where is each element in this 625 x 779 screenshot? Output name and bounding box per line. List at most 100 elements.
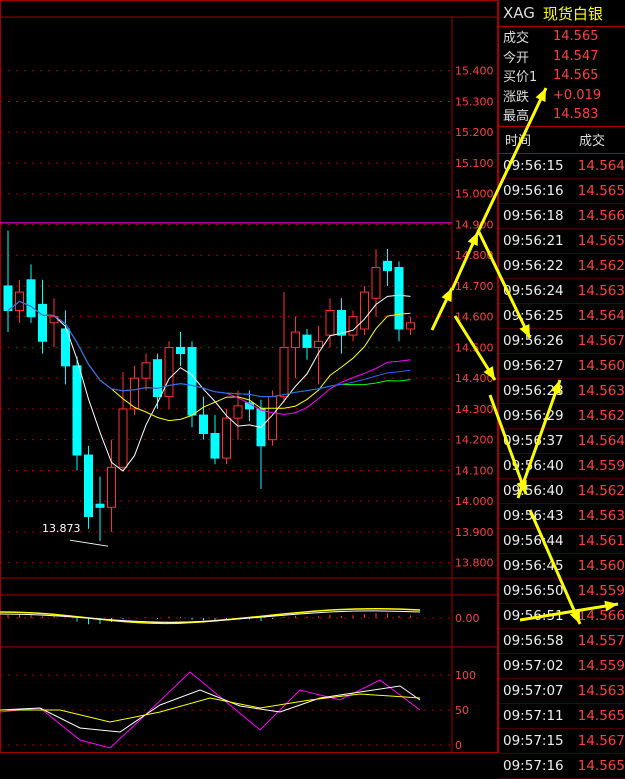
- tick-time: 09:56:26: [503, 332, 564, 349]
- tick-table-header: 时间 成交: [499, 127, 625, 154]
- tick-row: 09:56:51 14.566: [499, 604, 625, 629]
- price-tick-label: 13.900: [455, 526, 494, 539]
- price-tick-label: 15.200: [455, 126, 494, 139]
- price-tick-label: 14.500: [455, 341, 494, 354]
- candle-body: [38, 303, 47, 342]
- candle-body: [107, 466, 116, 508]
- instrument-name: 现货白银: [542, 4, 603, 23]
- price-tick-label: 14.700: [455, 280, 494, 293]
- tick-row: 09:56:21 14.565: [499, 229, 625, 254]
- tick-time: 09:56:15: [503, 157, 564, 174]
- chart-svg[interactable]: 15.400 15.300 15.200 15.100 15.000 14.900 14.8…: [0, 0, 498, 753]
- candle-body: [233, 405, 243, 419]
- tick-row: 09:57:16 14.565: [499, 754, 625, 779]
- tick-price: 14.566: [577, 607, 625, 624]
- macd-dea-line: [0, 610, 421, 623]
- tick-price: 14.562: [577, 257, 625, 274]
- tick-time: 09:56:40: [503, 457, 564, 474]
- candle-body: [314, 340, 323, 348]
- tick-time: 09:56:22: [503, 257, 564, 274]
- tick-time: 09:56:27: [503, 357, 564, 374]
- candle-body: [199, 414, 208, 435]
- tick-price: 14.565: [577, 707, 625, 724]
- price-tick-label: 14.800: [455, 249, 494, 262]
- candle-body: [164, 346, 174, 398]
- candle-body: [72, 365, 82, 456]
- tick-price: 14.565: [577, 182, 625, 199]
- tick-time: 09:56:51: [503, 607, 564, 624]
- candle-body: [279, 346, 289, 398]
- quote-row-last: 成交 14.565: [499, 27, 625, 47]
- tick-row: 09:56:25 14.564: [499, 304, 625, 329]
- quote-panel: XAG 现货白银 成交 14.565 今开 14.547 买价1 14.565 涨跌 +…: [498, 0, 625, 779]
- tick-row: 09:56:44 14.561: [499, 529, 625, 554]
- quote-row-change: 涨跌 +0.019: [499, 86, 625, 106]
- tick-price: 14.560: [577, 357, 625, 374]
- candle-body: [95, 503, 105, 508]
- tick-price: 14.566: [577, 207, 625, 224]
- candle-body: [325, 310, 335, 336]
- macd-tick-label: 0.00: [455, 612, 480, 625]
- price-tick-label: 14.600: [455, 311, 494, 324]
- tick-price: 14.562: [577, 482, 625, 499]
- tick-time: 09:57:02: [503, 657, 564, 674]
- tick-price: 14.563: [577, 682, 625, 699]
- candle-body: [176, 346, 185, 355]
- tick-row: 09:56:58 14.557: [499, 629, 625, 654]
- candle-body: [118, 408, 128, 468]
- quote-value: 14.565: [553, 29, 599, 45]
- tick-list[interactable]: 09:56:15 14.564 09:56:16 14.565 09:56:18 14.5…: [499, 154, 625, 779]
- tick-price: 14.565: [577, 757, 625, 774]
- candle-body: [406, 322, 415, 330]
- candle-body: [3, 285, 13, 312]
- tick-time: 09:56:29: [503, 407, 564, 424]
- tick-time: 09:57:16: [503, 757, 564, 774]
- tick-row: 09:56:50 14.559: [499, 579, 625, 604]
- tick-price: 14.564: [577, 307, 625, 324]
- candle-body: [222, 417, 231, 459]
- tick-price: 14.564: [577, 432, 625, 449]
- kdj-tick-label: 0: [455, 739, 462, 752]
- quote-value: 14.547: [553, 48, 599, 64]
- tick-price: 14.564: [577, 157, 625, 174]
- tick-row: 09:57:15 14.567: [499, 729, 625, 754]
- tick-time: 09:57:07: [503, 682, 564, 699]
- tick-time: 09:56:43: [503, 507, 564, 524]
- tick-header-time: 时间: [505, 134, 532, 149]
- tick-time: 09:56:21: [503, 232, 564, 249]
- candle-body: [302, 334, 312, 348]
- candle-body: [84, 454, 93, 518]
- price-tick-label: 14.300: [455, 403, 494, 416]
- low-pointer: [69, 539, 109, 547]
- tick-row: 09:56:29 14.562: [499, 404, 625, 429]
- candle-body: [348, 316, 358, 336]
- candle-body: [383, 260, 392, 272]
- quote-row-bid: 买价1 14.565: [499, 66, 625, 86]
- tick-time: 09:56:45: [503, 557, 564, 574]
- tick-time: 09:56:18: [503, 207, 564, 224]
- low-price-label: 13.873: [42, 522, 81, 535]
- candle-body: [371, 266, 381, 299]
- tick-price: 14.563: [577, 507, 625, 524]
- tick-row: 09:56:43 14.563: [499, 504, 625, 529]
- quote-summary: 成交 14.565 今开 14.547 买价1 14.565 涨跌 +0.019 最高 1…: [499, 27, 625, 127]
- candle-body: [153, 359, 162, 398]
- candle-body: [130, 377, 139, 410]
- tick-row: 09:57:11 14.565: [499, 704, 625, 729]
- candle-body: [394, 266, 404, 330]
- quote-value: 14.565: [553, 68, 599, 84]
- kdj-d-line: [0, 693, 421, 723]
- price-tick-label: 15.100: [455, 157, 494, 170]
- tick-row: 09:57:07 14.563: [499, 679, 625, 704]
- tick-row: 09:56:37 14.564: [499, 429, 625, 454]
- kdj-tick-label: 100: [455, 669, 476, 682]
- tick-price: 14.559: [577, 657, 625, 674]
- quote-row-open: 今开 14.547: [499, 47, 625, 67]
- price-tick-label: 15.000: [455, 188, 494, 201]
- candle-body: [210, 433, 220, 459]
- tick-price: 14.565: [577, 232, 625, 249]
- candlestick-chart[interactable]: 15.400 15.300 15.200 15.100 15.000 14.900 14.8…: [0, 0, 498, 753]
- tick-price: 14.567: [577, 332, 625, 349]
- instrument-symbol: XAG: [503, 4, 535, 22]
- price-tick-label: 14.400: [455, 372, 494, 385]
